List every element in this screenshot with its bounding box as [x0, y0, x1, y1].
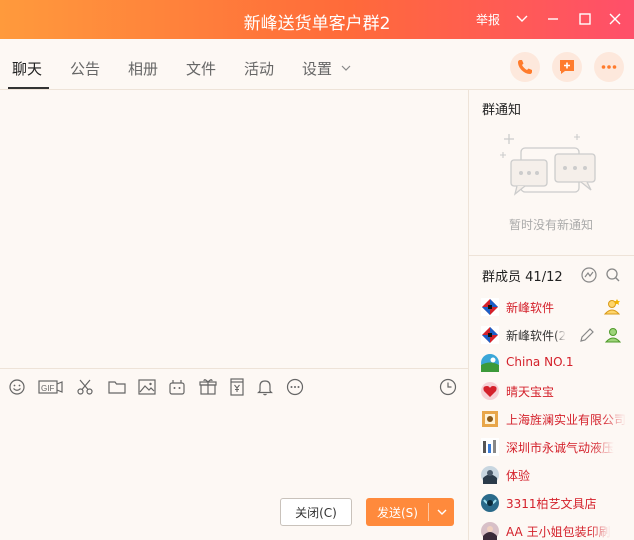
input-toolbar: GIF — [0, 368, 468, 404]
member-name: 体验 — [506, 469, 531, 483]
title-bar: 新峰送货单客户群2 举报 — [0, 0, 634, 39]
folder-icon[interactable] — [107, 377, 127, 397]
phone-icon — [518, 60, 532, 74]
send-button-label: 发送(S) — [377, 506, 418, 520]
tab-files[interactable]: 文件 — [186, 58, 216, 79]
member-name: 新峰软件(2 — [506, 329, 567, 343]
member-item[interactable]: 上海旌澜实业有限公司 — [481, 408, 633, 430]
bell-icon[interactable] — [255, 377, 275, 397]
member-name: AA 王小姐包装印刷 — [506, 525, 611, 539]
tab-announcement[interactable]: 公告 — [70, 58, 100, 79]
tab-activity[interactable]: 活动 — [244, 58, 274, 79]
add-discussion-button[interactable] — [552, 52, 582, 82]
notice-empty-text: 暂时没有新通知 — [508, 218, 593, 232]
avatar — [481, 326, 499, 344]
voice-call-button[interactable] — [510, 52, 540, 82]
member-item[interactable]: 3311柏艺文具店 — [481, 492, 633, 514]
more-icon — [601, 65, 617, 69]
group-notice-title: 群通知 — [482, 103, 522, 118]
more-options-button[interactable] — [594, 52, 624, 82]
emoji-icon[interactable] — [7, 377, 27, 397]
report-link[interactable]: 举报 — [476, 11, 500, 28]
avatar — [482, 411, 498, 427]
avatar — [481, 522, 499, 540]
tab-bar: 聊天 公告 相册 文件 活动 设置 — [0, 39, 634, 90]
admin-icon — [604, 328, 622, 343]
member-name: 晴天宝宝 — [506, 385, 555, 399]
message-list[interactable] — [0, 90, 468, 368]
add-chat-icon — [560, 60, 574, 74]
chevron-down-icon[interactable] — [340, 62, 352, 74]
avatar — [481, 354, 499, 372]
clock-icon[interactable] — [438, 377, 458, 397]
member-name: 3311柏艺文具店 — [506, 497, 597, 511]
chevron-down-icon[interactable] — [434, 502, 450, 522]
receipt-icon[interactable] — [227, 377, 247, 397]
member-item[interactable]: China NO.1 — [481, 352, 633, 374]
scissors-icon[interactable] — [75, 377, 95, 397]
member-item[interactable]: AA 王小姐包装印刷 — [481, 520, 633, 540]
group-owner-icon — [603, 299, 621, 315]
search-icon[interactable] — [603, 265, 623, 285]
tab-chat[interactable]: 聊天 — [12, 58, 42, 79]
member-name: 深圳市永诚气动液压 — [506, 441, 615, 455]
member-name: 上海旌澜实业有限公司 — [506, 413, 627, 427]
send-divider — [428, 503, 429, 521]
close-icon[interactable] — [605, 9, 625, 29]
gift-icon[interactable] — [198, 377, 218, 397]
send-button[interactable]: 发送(S) — [366, 498, 454, 526]
avatar — [481, 466, 499, 484]
members-label: 群成员 — [482, 270, 522, 285]
image-icon[interactable] — [137, 377, 157, 397]
group-sidebar: 群通知 暂时没有新通知 群成员 41/12 新峰软件 新峰软件(2 China … — [468, 90, 634, 540]
member-name: 新峰软件 — [506, 301, 555, 315]
avatar — [481, 382, 499, 400]
tab-album[interactable]: 相册 — [128, 58, 158, 79]
close-button[interactable]: 关闭(C) — [280, 498, 352, 526]
svg-text:GIF: GIF — [41, 384, 54, 393]
window-title: 新峰送货单客户群2 — [243, 14, 391, 34]
maximize-icon[interactable] — [575, 9, 595, 29]
tab-settings[interactable]: 设置 — [302, 58, 332, 79]
sidebar-divider — [469, 255, 634, 256]
members-count: 41/12 — [525, 270, 563, 285]
more-circle-icon[interactable] — [285, 377, 305, 397]
member-name: China NO.1 — [506, 355, 574, 369]
empty-notice-illustration — [500, 134, 596, 196]
avatar — [481, 494, 499, 512]
member-item[interactable]: 体验 — [481, 464, 633, 486]
members-title: 群成员 41/12 — [482, 266, 563, 285]
invite-member-icon[interactable] — [579, 265, 599, 285]
active-tab-indicator — [8, 87, 49, 89]
sticker-icon[interactable] — [167, 377, 187, 397]
member-item[interactable]: 深圳市永诚气动液压 — [481, 436, 633, 458]
minimize-icon[interactable] — [543, 9, 563, 29]
gif-icon[interactable]: GIF — [38, 377, 64, 397]
member-item[interactable]: 晴天宝宝 — [481, 380, 633, 402]
avatar — [481, 438, 499, 456]
avatar — [481, 298, 499, 316]
chevron-down-icon[interactable] — [512, 9, 532, 29]
edit-icon[interactable] — [577, 325, 597, 345]
